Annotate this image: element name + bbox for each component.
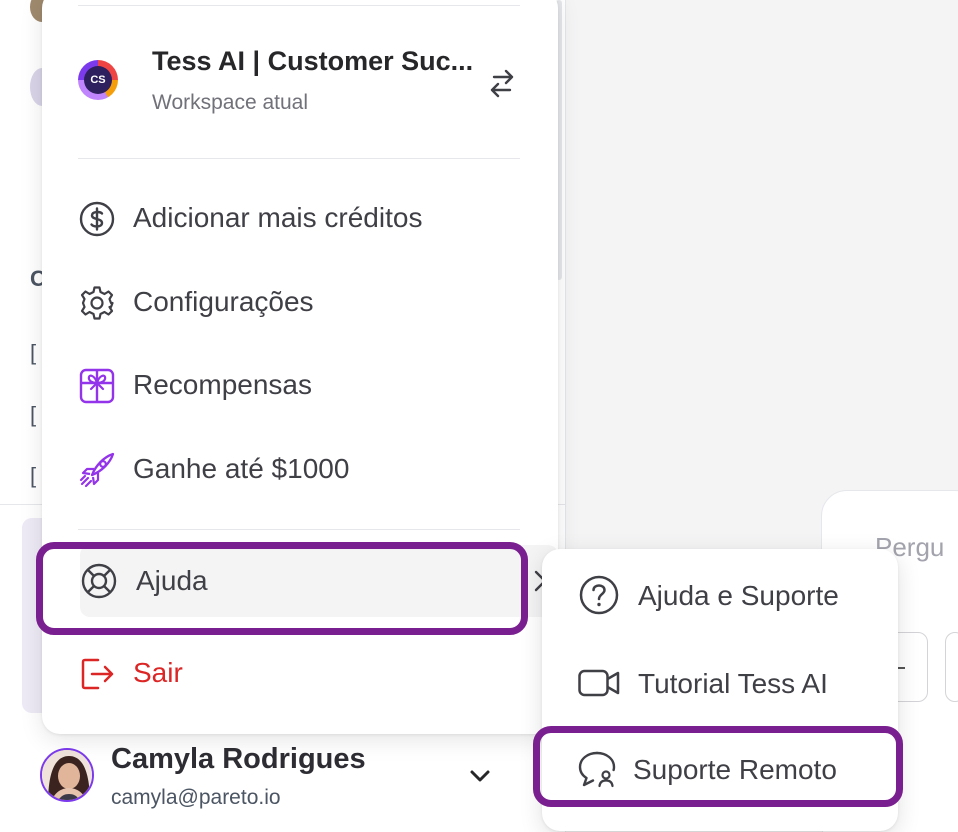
sidebar-item-stub[interactable]: [ [30,340,36,366]
user-name: Camyla Rodrigues [111,743,366,775]
gear-icon [80,286,114,320]
workspace-logo-text: CS [84,66,112,94]
help-label: Ajuda [136,565,208,596]
earn-item[interactable]: Ganhe até $1000 [66,439,532,501]
logout-label: Sair [133,657,183,688]
rewards-item[interactable]: Recompensas [66,355,532,417]
help-submenu: Ajuda e Suporte Tutorial Tess AI Suporte… [542,549,898,831]
rocket-icon [79,452,115,488]
tutorial-item[interactable]: Tutorial Tess AI [542,647,898,717]
lifebuoy-icon [81,563,117,599]
dollar-circle-icon [79,201,115,237]
workspace-logo: CS [78,60,118,100]
rewards-label: Recompensas [133,369,312,400]
logout-icon [81,658,114,690]
help-support-item[interactable]: Ajuda e Suporte [542,559,898,629]
settings-label: Configurações [133,286,314,317]
help-item[interactable]: Ajuda [80,545,558,617]
account-menu: CS Tess AI | Customer Suc... Workspace a… [42,0,558,734]
workspace-name: Tess AI | Customer Suc... [152,46,474,76]
menu-divider [78,529,520,530]
user-email: camyla@pareto.io [111,786,281,809]
menu-divider [78,158,520,159]
chat-user-icon [578,751,616,788]
earn-label: Ganhe até $1000 [133,453,350,484]
tutorial-label: Tutorial Tess AI [638,668,828,699]
logout-item[interactable]: Sair [66,643,532,705]
gift-icon [79,368,115,404]
chevron-down-icon[interactable] [466,764,494,788]
add-credits-item[interactable]: Adicionar mais créditos [66,188,532,250]
workspace-subtitle: Workspace atual [152,91,309,114]
prompt-option-button-2[interactable] [945,632,958,702]
sidebar-item-stub[interactable]: [ [30,402,36,428]
help-support-label: Ajuda e Suporte [638,580,839,611]
remote-support-item[interactable]: Suporte Remoto [542,733,898,803]
menu-divider [78,5,520,6]
video-camera-icon [578,669,620,697]
switch-workspace-icon[interactable] [484,65,520,101]
add-credits-label: Adicionar mais créditos [133,202,423,233]
question-circle-icon [579,575,619,615]
avatar[interactable] [40,748,94,802]
remote-support-label: Suporte Remoto [633,754,837,785]
settings-item[interactable]: Configurações [66,272,532,334]
sidebar-item-stub[interactable]: [ [30,463,36,489]
